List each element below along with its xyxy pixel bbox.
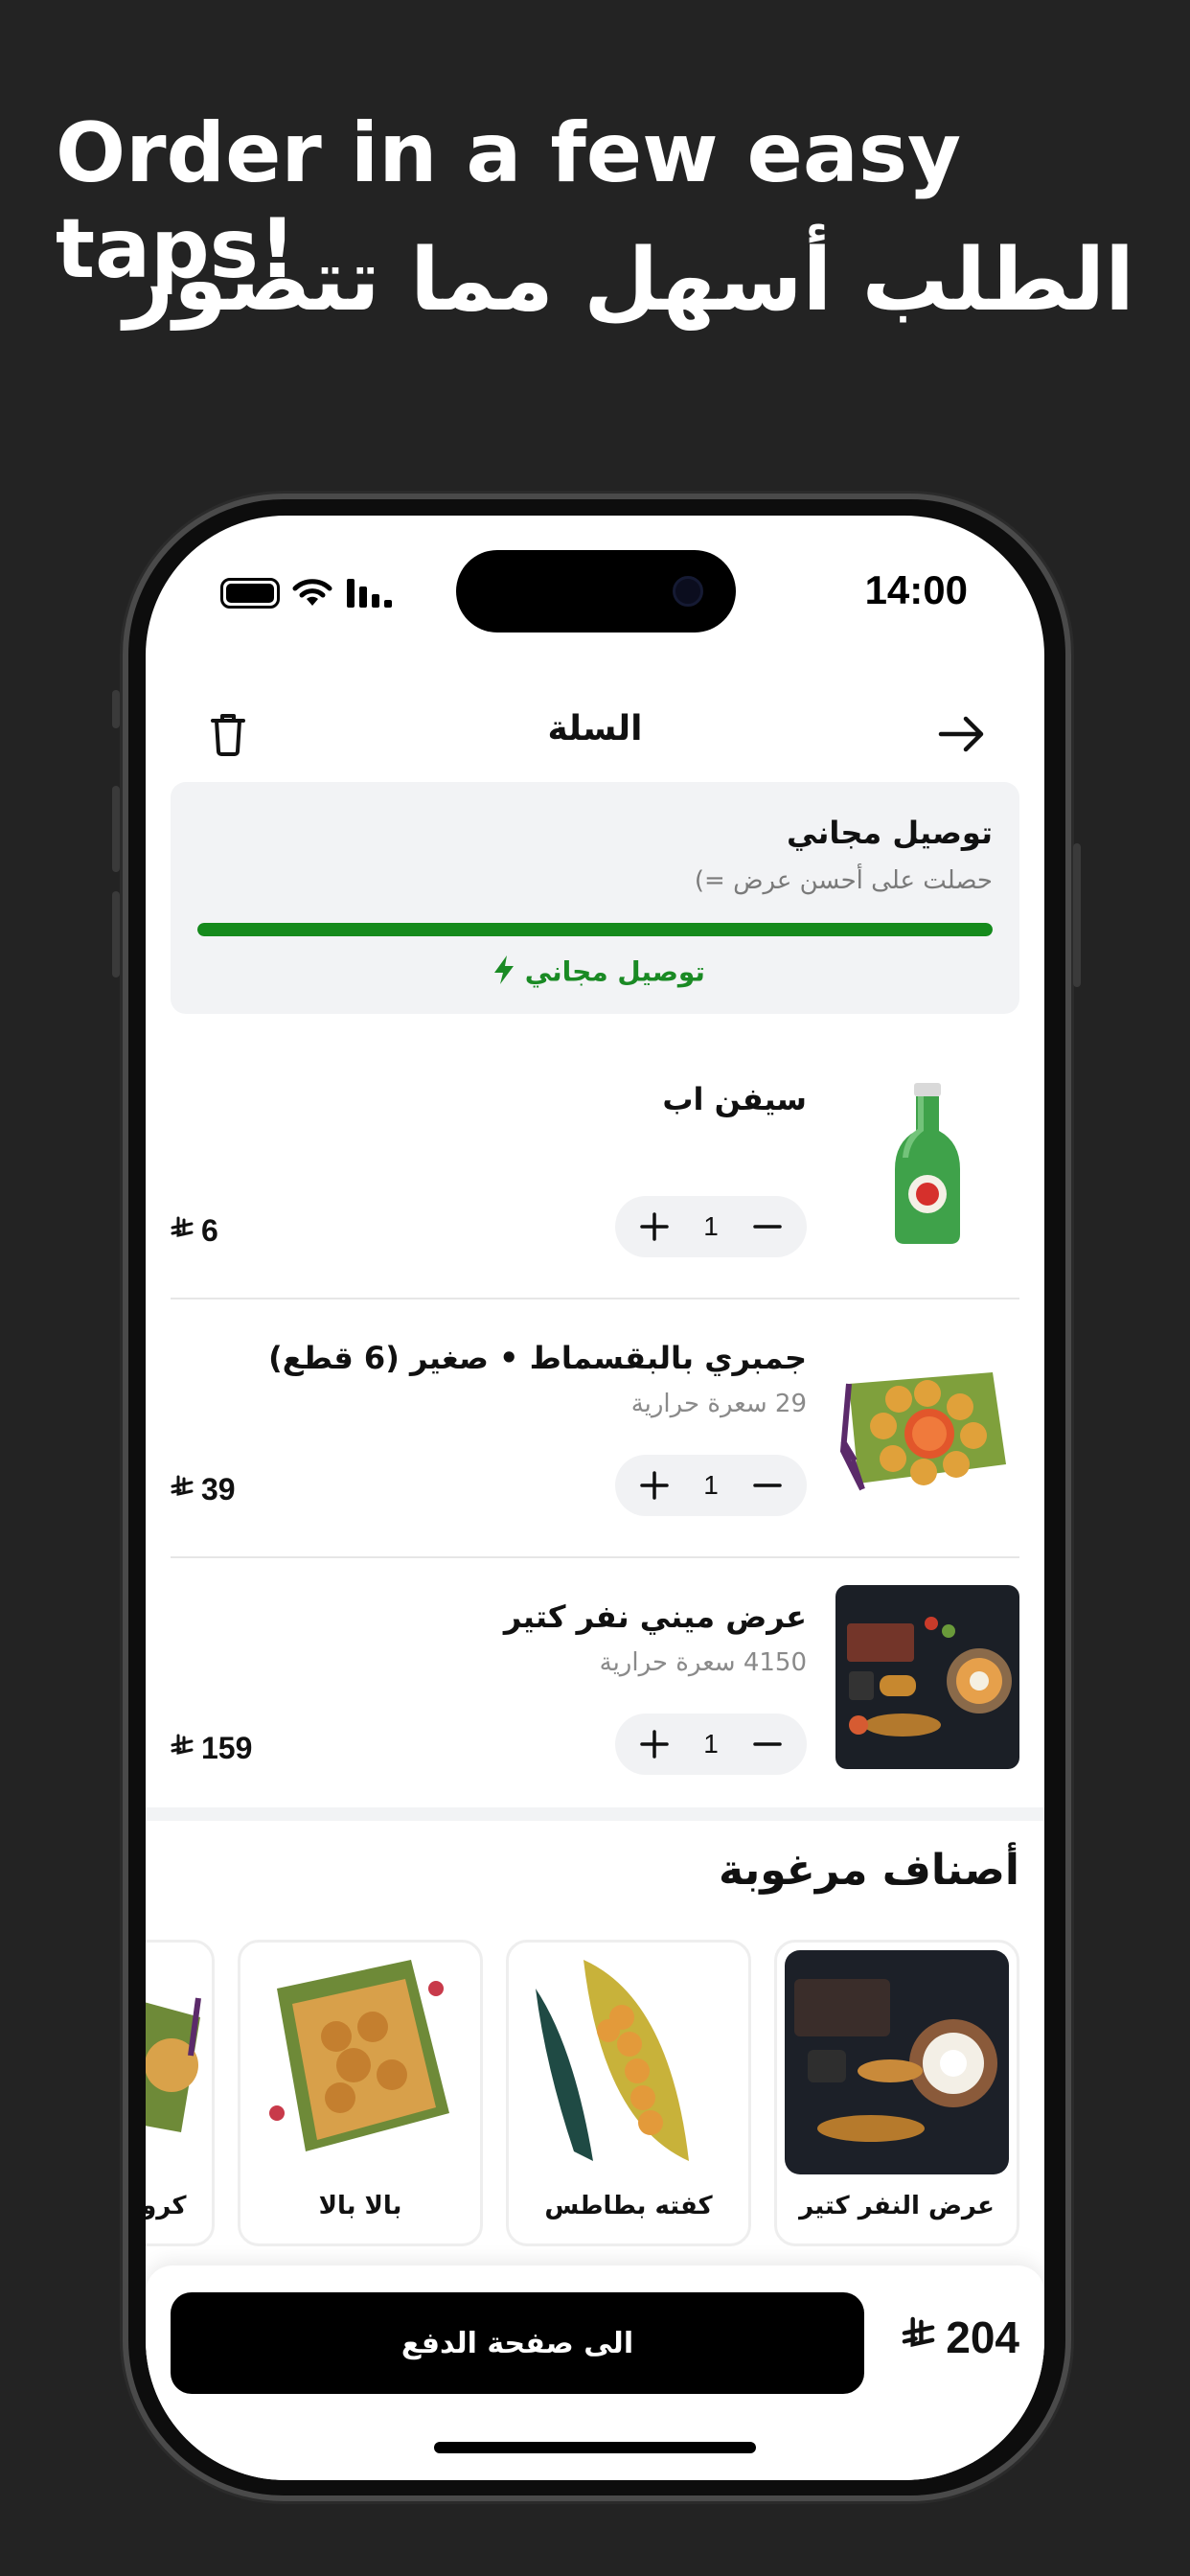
suggestions-title: أصناف مرغوبة bbox=[719, 1846, 1019, 1895]
suggestion-image-kofta bbox=[516, 1950, 741, 2174]
suggestion-label: بالا بالا bbox=[318, 2192, 402, 2220]
phone-side-button bbox=[112, 786, 120, 872]
page-title: السلة bbox=[547, 709, 643, 748]
item-price: 39 bbox=[171, 1472, 236, 1507]
suggestion-image-offer bbox=[785, 1950, 1009, 2174]
item-quantity: 1 bbox=[703, 1470, 719, 1500]
item-image-7up bbox=[835, 1068, 1019, 1252]
suggestion-card[interactable]: بالا بالا bbox=[238, 1940, 483, 2246]
promo-badge-label: توصيل مجاني bbox=[524, 955, 705, 988]
riyal-icon bbox=[902, 2312, 938, 2363]
free-delivery-badge: توصيل مجاني bbox=[171, 954, 1019, 992]
item-image-mini-offer bbox=[835, 1585, 1019, 1769]
item-image-shrimp bbox=[835, 1326, 1019, 1510]
suggestions-carousel[interactable]: عرض النفر كتير كفته بطاطس بالا بالا كروب… bbox=[146, 1940, 1044, 2246]
minus-button[interactable] bbox=[751, 1728, 784, 1760]
nav-bar: السلة bbox=[146, 690, 1044, 776]
suggestion-card[interactable]: كروبو bbox=[146, 1940, 215, 2246]
minus-button[interactable] bbox=[751, 1469, 784, 1502]
item-price-value: 159 bbox=[201, 1731, 253, 1765]
suggestion-label: كروبو bbox=[146, 2192, 187, 2220]
item-price-value: 6 bbox=[201, 1213, 218, 1248]
status-time: 14:00 bbox=[864, 567, 968, 612]
item-quantity: 1 bbox=[703, 1211, 719, 1241]
item-calories: 29 سعرة حرارية bbox=[630, 1390, 807, 1418]
cart-item[interactable]: سيفن اب 1 6 bbox=[171, 1041, 1019, 1300]
suggestion-card[interactable]: كفته بطاطس bbox=[506, 1940, 751, 2246]
dynamic-island bbox=[456, 550, 736, 632]
lightning-icon bbox=[492, 954, 515, 992]
item-price: 6 bbox=[171, 1213, 218, 1249]
promo-subtitle: حصلت على أحسن عرض =) bbox=[694, 866, 993, 895]
quantity-stepper: 1 bbox=[615, 1714, 807, 1775]
home-indicator bbox=[434, 2442, 756, 2453]
signal-icon bbox=[345, 577, 397, 610]
phone-side-button bbox=[112, 690, 120, 728]
plus-button[interactable] bbox=[638, 1210, 671, 1243]
wifi-icon bbox=[291, 577, 333, 610]
phone-side-button bbox=[1073, 843, 1081, 987]
checkout-button[interactable]: الى صفحة الدفع bbox=[171, 2292, 864, 2394]
cart-item[interactable]: عرض ميني نفر كتير 4150 سعرة حرارية 1 159 bbox=[171, 1558, 1019, 1817]
cart-total: 204 bbox=[902, 2312, 1019, 2363]
suggestion-image-kroubou bbox=[146, 1950, 204, 2174]
status-icons bbox=[220, 577, 397, 610]
free-delivery-card: توصيل مجاني حصلت على أحسن عرض =) توصيل م… bbox=[171, 782, 1019, 1014]
delivery-progress-bar bbox=[197, 923, 993, 936]
quantity-stepper: 1 bbox=[615, 1196, 807, 1257]
cart-item[interactable]: جمبري بالبقسماط • صغير (6 قطع) 29 سعرة ح… bbox=[171, 1300, 1019, 1558]
promo-title: توصيل مجاني bbox=[786, 815, 993, 851]
item-price-value: 39 bbox=[201, 1472, 236, 1506]
plus-button[interactable] bbox=[638, 1728, 671, 1760]
marketing-headline-ar: الطلب أسهل مما تتصور bbox=[124, 230, 1134, 331]
phone-side-button bbox=[112, 891, 120, 978]
suggestion-card[interactable]: عرض النفر كتير bbox=[774, 1940, 1019, 2246]
camera-icon bbox=[673, 576, 703, 607]
item-price: 159 bbox=[171, 1731, 252, 1766]
phone-screen: 14:00 السلة توصيل مجاني حصلت على أحسن عر… bbox=[146, 516, 1044, 2480]
riyal-icon bbox=[171, 1731, 195, 1766]
item-quantity: 1 bbox=[703, 1729, 719, 1759]
riyal-icon bbox=[171, 1213, 195, 1249]
plus-button[interactable] bbox=[638, 1469, 671, 1502]
arrow-right-icon[interactable] bbox=[935, 711, 989, 757]
cart-total-value: 204 bbox=[946, 2312, 1019, 2362]
suggestion-image-bala bbox=[248, 1950, 472, 2174]
item-name: جمبري بالبقسماط • صغير (6 قطع) bbox=[268, 1340, 807, 1376]
item-calories: 4150 سعرة حرارية bbox=[599, 1648, 807, 1677]
suggestion-label: عرض النفر كتير bbox=[799, 2192, 995, 2220]
section-divider bbox=[146, 1807, 1044, 1821]
delivery-progress-fill bbox=[197, 923, 993, 936]
item-name: سيفن اب bbox=[662, 1081, 807, 1117]
minus-button[interactable] bbox=[751, 1210, 784, 1243]
suggestion-label: كفته بطاطس bbox=[544, 2192, 713, 2220]
riyal-icon bbox=[171, 1472, 195, 1507]
item-name: عرض ميني نفر كتير bbox=[503, 1598, 807, 1635]
quantity-stepper: 1 bbox=[615, 1455, 807, 1516]
battery-icon bbox=[220, 578, 280, 609]
